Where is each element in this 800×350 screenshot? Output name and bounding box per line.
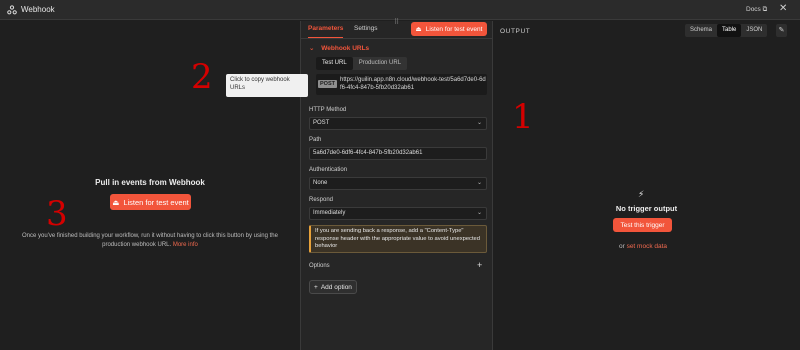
output-view-toggle: Schema Table JSON xyxy=(685,24,768,37)
content-type-notice: If you are sending back a response, add … xyxy=(309,225,487,253)
pencil-icon[interactable]: ✎ xyxy=(776,24,787,37)
panel-tabs: ⠿ Parameters Settings ⏏ Listen for test … xyxy=(301,18,494,39)
help-text: Once you've finished building your workf… xyxy=(22,233,278,248)
path-label: Path xyxy=(309,137,322,143)
tab-settings[interactable]: Settings xyxy=(354,25,378,32)
lightning-bolt-icon: ⚡ xyxy=(638,189,645,199)
no-trigger-output-text: No trigger output xyxy=(615,204,678,213)
webhook-icon xyxy=(7,5,17,15)
method-badge: POST xyxy=(318,80,337,88)
chevron-down-icon: ⌄ xyxy=(476,180,482,186)
path-input[interactable]: 5a6d7de0-6df6-4fc4-847b-5fb20d32ab61 xyxy=(309,147,487,160)
drag-handle-icon[interactable]: ⠿ xyxy=(394,18,399,26)
respond-value: Immediately xyxy=(313,210,346,216)
set-mock-data-link[interactable]: set mock data xyxy=(627,243,667,250)
http-method-label: HTTP Method xyxy=(309,107,347,113)
annotation-marker-2: 2 xyxy=(191,57,213,97)
view-table[interactable]: Table xyxy=(717,24,742,37)
view-json[interactable]: JSON xyxy=(741,24,767,37)
node-title: Webhook xyxy=(21,5,55,14)
title-bar: Webhook Docs ⧉ ✕ xyxy=(0,0,800,20)
plus-icon[interactable]: + xyxy=(477,260,482,270)
view-schema[interactable]: Schema xyxy=(685,24,717,37)
plus-icon: + xyxy=(314,283,318,291)
webhook-url-box[interactable]: POST https://guilin.app.n8n.cloud/webhoo… xyxy=(316,74,487,95)
options-label: Options xyxy=(309,263,330,269)
authentication-select[interactable]: None ⌄ xyxy=(309,177,487,190)
chevron-down-icon: ⌄ xyxy=(476,120,482,126)
parameters-panel: ⠿ Parameters Settings ⏏ Listen for test … xyxy=(300,18,494,350)
listen-test-event-button[interactable]: ⏏ Listen for test event xyxy=(110,194,191,210)
copy-url-tooltip: Click to copy webhook URLs xyxy=(226,74,308,97)
docs-link[interactable]: Docs ⧉ xyxy=(746,6,767,14)
input-heading: Pull in events from Webhook xyxy=(95,178,205,187)
mock-data-line: or set mock data xyxy=(618,243,668,250)
add-option-label: Add option xyxy=(320,283,352,291)
listen-button-label: Listen for test event xyxy=(425,25,483,33)
add-option-button[interactable]: + Add option xyxy=(309,280,357,294)
output-panel: OUTPUT Schema Table JSON ✎ 1 ⚡ No trigge… xyxy=(493,21,800,350)
webhook-urls-toggle[interactable]: ⌄ Webhook URLs xyxy=(309,44,369,52)
annotation-marker-1: 1 xyxy=(512,97,534,137)
input-panel: 3 Pull in events from Webhook ⏏ Listen f… xyxy=(0,21,300,350)
path-value: 5a6d7de0-6df6-4fc4-847b-5fb20d32ab61 xyxy=(313,150,423,156)
annotation-marker-3: 3 xyxy=(46,194,68,234)
webhook-urls-heading: Webhook URLs xyxy=(321,45,370,52)
listen-test-event-button-top[interactable]: ⏏ Listen for test event xyxy=(411,22,487,36)
listen-icon: ⏏ xyxy=(415,26,422,33)
tab-test-url[interactable]: Test URL xyxy=(316,57,353,70)
authentication-value: None xyxy=(313,180,328,186)
respond-select[interactable]: Immediately ⌄ xyxy=(309,207,487,220)
chevron-down-icon: ⌄ xyxy=(476,210,482,216)
listen-button-label: Listen for test event xyxy=(123,197,189,207)
test-trigger-button[interactable]: Test this trigger xyxy=(613,218,672,232)
more-info-link[interactable]: More info xyxy=(173,242,198,248)
authentication-label: Authentication xyxy=(309,167,348,173)
close-icon[interactable]: ✕ xyxy=(779,3,787,14)
tab-parameters[interactable]: Parameters xyxy=(308,25,344,38)
webhook-url-text: https://guilin.app.n8n.cloud/webhook-tes… xyxy=(340,77,486,91)
url-type-tabs: Test URL Production URL xyxy=(316,57,408,70)
listen-icon: ⏏ xyxy=(112,197,120,207)
respond-label: Respond xyxy=(309,197,334,203)
tab-production-url[interactable]: Production URL xyxy=(353,57,407,70)
http-method-value: POST xyxy=(313,120,330,126)
output-label: OUTPUT xyxy=(500,28,531,35)
chevron-down-icon: ⌄ xyxy=(309,45,315,52)
http-method-select[interactable]: POST ⌄ xyxy=(309,117,487,130)
